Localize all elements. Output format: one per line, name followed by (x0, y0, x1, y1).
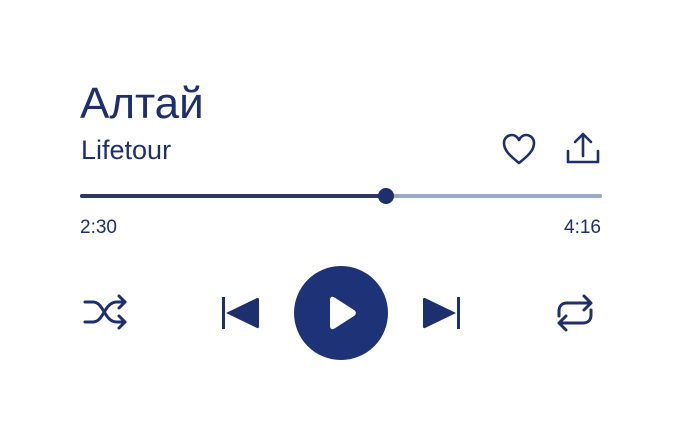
music-player: Алтай Lifetour 2:30 4:16 (0, 0, 680, 440)
repeat-icon (553, 292, 597, 334)
play-button[interactable] (294, 266, 388, 360)
skip-previous-icon (219, 295, 261, 331)
total-time: 4:16 (564, 217, 601, 238)
share-button[interactable] (565, 131, 601, 167)
repeat-button[interactable] (553, 292, 597, 334)
favorite-button[interactable] (501, 132, 537, 166)
progress-bar[interactable] (80, 185, 602, 207)
next-button[interactable] (421, 295, 463, 331)
shuffle-icon (82, 291, 130, 331)
progress-fill (80, 194, 386, 198)
track-title: Алтай (80, 79, 204, 128)
play-icon (294, 266, 388, 360)
skip-next-icon (421, 295, 463, 331)
heart-icon (501, 132, 537, 166)
share-icon (565, 131, 601, 167)
track-artist: Lifetour (81, 135, 172, 165)
elapsed-time: 2:30 (80, 217, 117, 238)
shuffle-button[interactable] (82, 291, 130, 331)
progress-thumb[interactable] (377, 188, 394, 204)
previous-button[interactable] (219, 295, 261, 331)
